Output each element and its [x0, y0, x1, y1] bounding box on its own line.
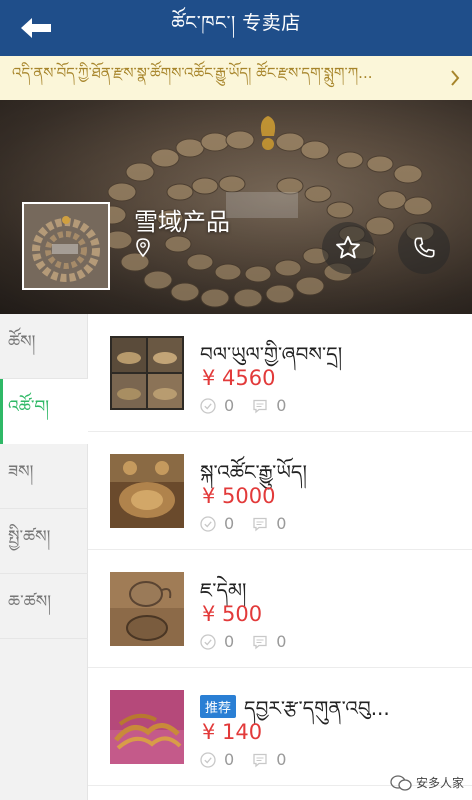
- product-stats: 0 0: [200, 514, 304, 533]
- chevron-right-icon[interactable]: [440, 68, 460, 88]
- call-button[interactable]: [398, 222, 450, 274]
- product-image: [110, 572, 184, 646]
- product-price: ¥ 4560: [202, 366, 276, 390]
- comment-icon: [253, 399, 267, 413]
- product-name-text: དབྱར་རྩ་དགུན་འབུ...: [244, 696, 390, 720]
- notice-bar[interactable]: འདི་ནས་བོད་ཀྱི་ཐོན་རྫས་སྣ་ཚོགས་འཚོང་རྒྱུ…: [0, 56, 472, 100]
- comment-count: 0: [276, 514, 287, 533]
- view-count: 0: [224, 750, 235, 769]
- check-circle-icon: [200, 397, 216, 414]
- category-sidebar: ཚོས། འཚོ་བ། ཟས། སྤྱི་ཚས། ཆ་ཚས།: [0, 314, 88, 800]
- comment-icon: [253, 635, 267, 649]
- product-price: ¥ 140: [202, 720, 263, 744]
- watermark: 安多人家: [390, 774, 464, 791]
- product-image: [110, 690, 184, 764]
- view-count: 0: [224, 632, 235, 651]
- notice-text: འདི་ནས་བོད་ཀྱི་ཐོན་རྫས་སྣ་ཚོགས་འཚོང་རྒྱུ…: [12, 64, 373, 82]
- phone-icon: [414, 237, 435, 258]
- back-arrow-icon: [21, 18, 51, 38]
- check-circle-icon: [200, 751, 216, 768]
- product-list: བལ་ཡུལ་གྱི་ཞབས་དྲ། ¥ 4560 0 0 སྐ་འཚོང་རྒ…: [88, 314, 472, 800]
- list-item[interactable]: སྐ་འཚོང་རྒྱུ་ཡོད། ¥ 5000 0 0: [88, 432, 472, 550]
- category-item-4[interactable]: སྤྱི་ཚས།: [0, 509, 88, 574]
- category-item-1[interactable]: ཚོས།: [0, 314, 88, 379]
- shop-name: 雪域产品: [134, 208, 230, 236]
- view-count: 0: [224, 396, 235, 415]
- product-image: [110, 454, 184, 528]
- back-button[interactable]: [14, 10, 58, 46]
- comment-count: 0: [276, 632, 287, 651]
- category-label: ཚོས།: [8, 332, 36, 352]
- view-count: 0: [224, 514, 235, 533]
- star-icon: [336, 235, 360, 259]
- product-stats: 0 0: [200, 750, 304, 769]
- product-price: ¥ 5000: [202, 484, 276, 508]
- favorite-button[interactable]: [322, 222, 374, 274]
- category-label: འཚོ་བ།: [8, 397, 50, 417]
- comment-count: 0: [276, 396, 287, 415]
- category-item-2[interactable]: འཚོ་བ།: [0, 379, 88, 444]
- page-title: ཚོང་ཁང་། 专卖店: [171, 12, 301, 34]
- list-item[interactable]: བལ་ཡུལ་གྱི་ཞབས་དྲ། ¥ 4560 0 0: [88, 314, 472, 432]
- category-label: སྤྱི་ཚས།: [8, 527, 51, 547]
- check-circle-icon: [200, 633, 216, 650]
- product-price: ¥ 500: [202, 602, 263, 626]
- location-pin-icon: [136, 238, 150, 258]
- comment-icon: [253, 517, 267, 531]
- product-image: [110, 336, 184, 410]
- list-item[interactable]: ཇ་དེམ། ¥ 500 0 0: [88, 550, 472, 668]
- shop-avatar: [22, 202, 110, 290]
- product-stats: 0 0: [200, 396, 304, 415]
- comment-count: 0: [276, 750, 287, 769]
- product-stats: 0 0: [200, 632, 304, 651]
- list-item[interactable]: 推荐 དབྱར་རྩ་དགུན་འབུ... ¥ 140 0 0: [88, 668, 472, 786]
- recommended-badge: 推荐: [200, 695, 237, 718]
- category-label: ཟས།: [8, 462, 34, 482]
- top-bar: ཚོང་ཁང་། 专卖店: [0, 0, 472, 56]
- category-label: ཆ་ཚས།: [8, 592, 52, 612]
- comment-icon: [253, 753, 267, 767]
- check-circle-icon: [200, 515, 216, 532]
- wechat-logo-icon: [390, 774, 412, 791]
- category-item-5[interactable]: ཆ་ཚས།: [0, 574, 88, 639]
- category-item-3[interactable]: ཟས།: [0, 444, 88, 509]
- watermark-text: 安多人家: [416, 776, 465, 790]
